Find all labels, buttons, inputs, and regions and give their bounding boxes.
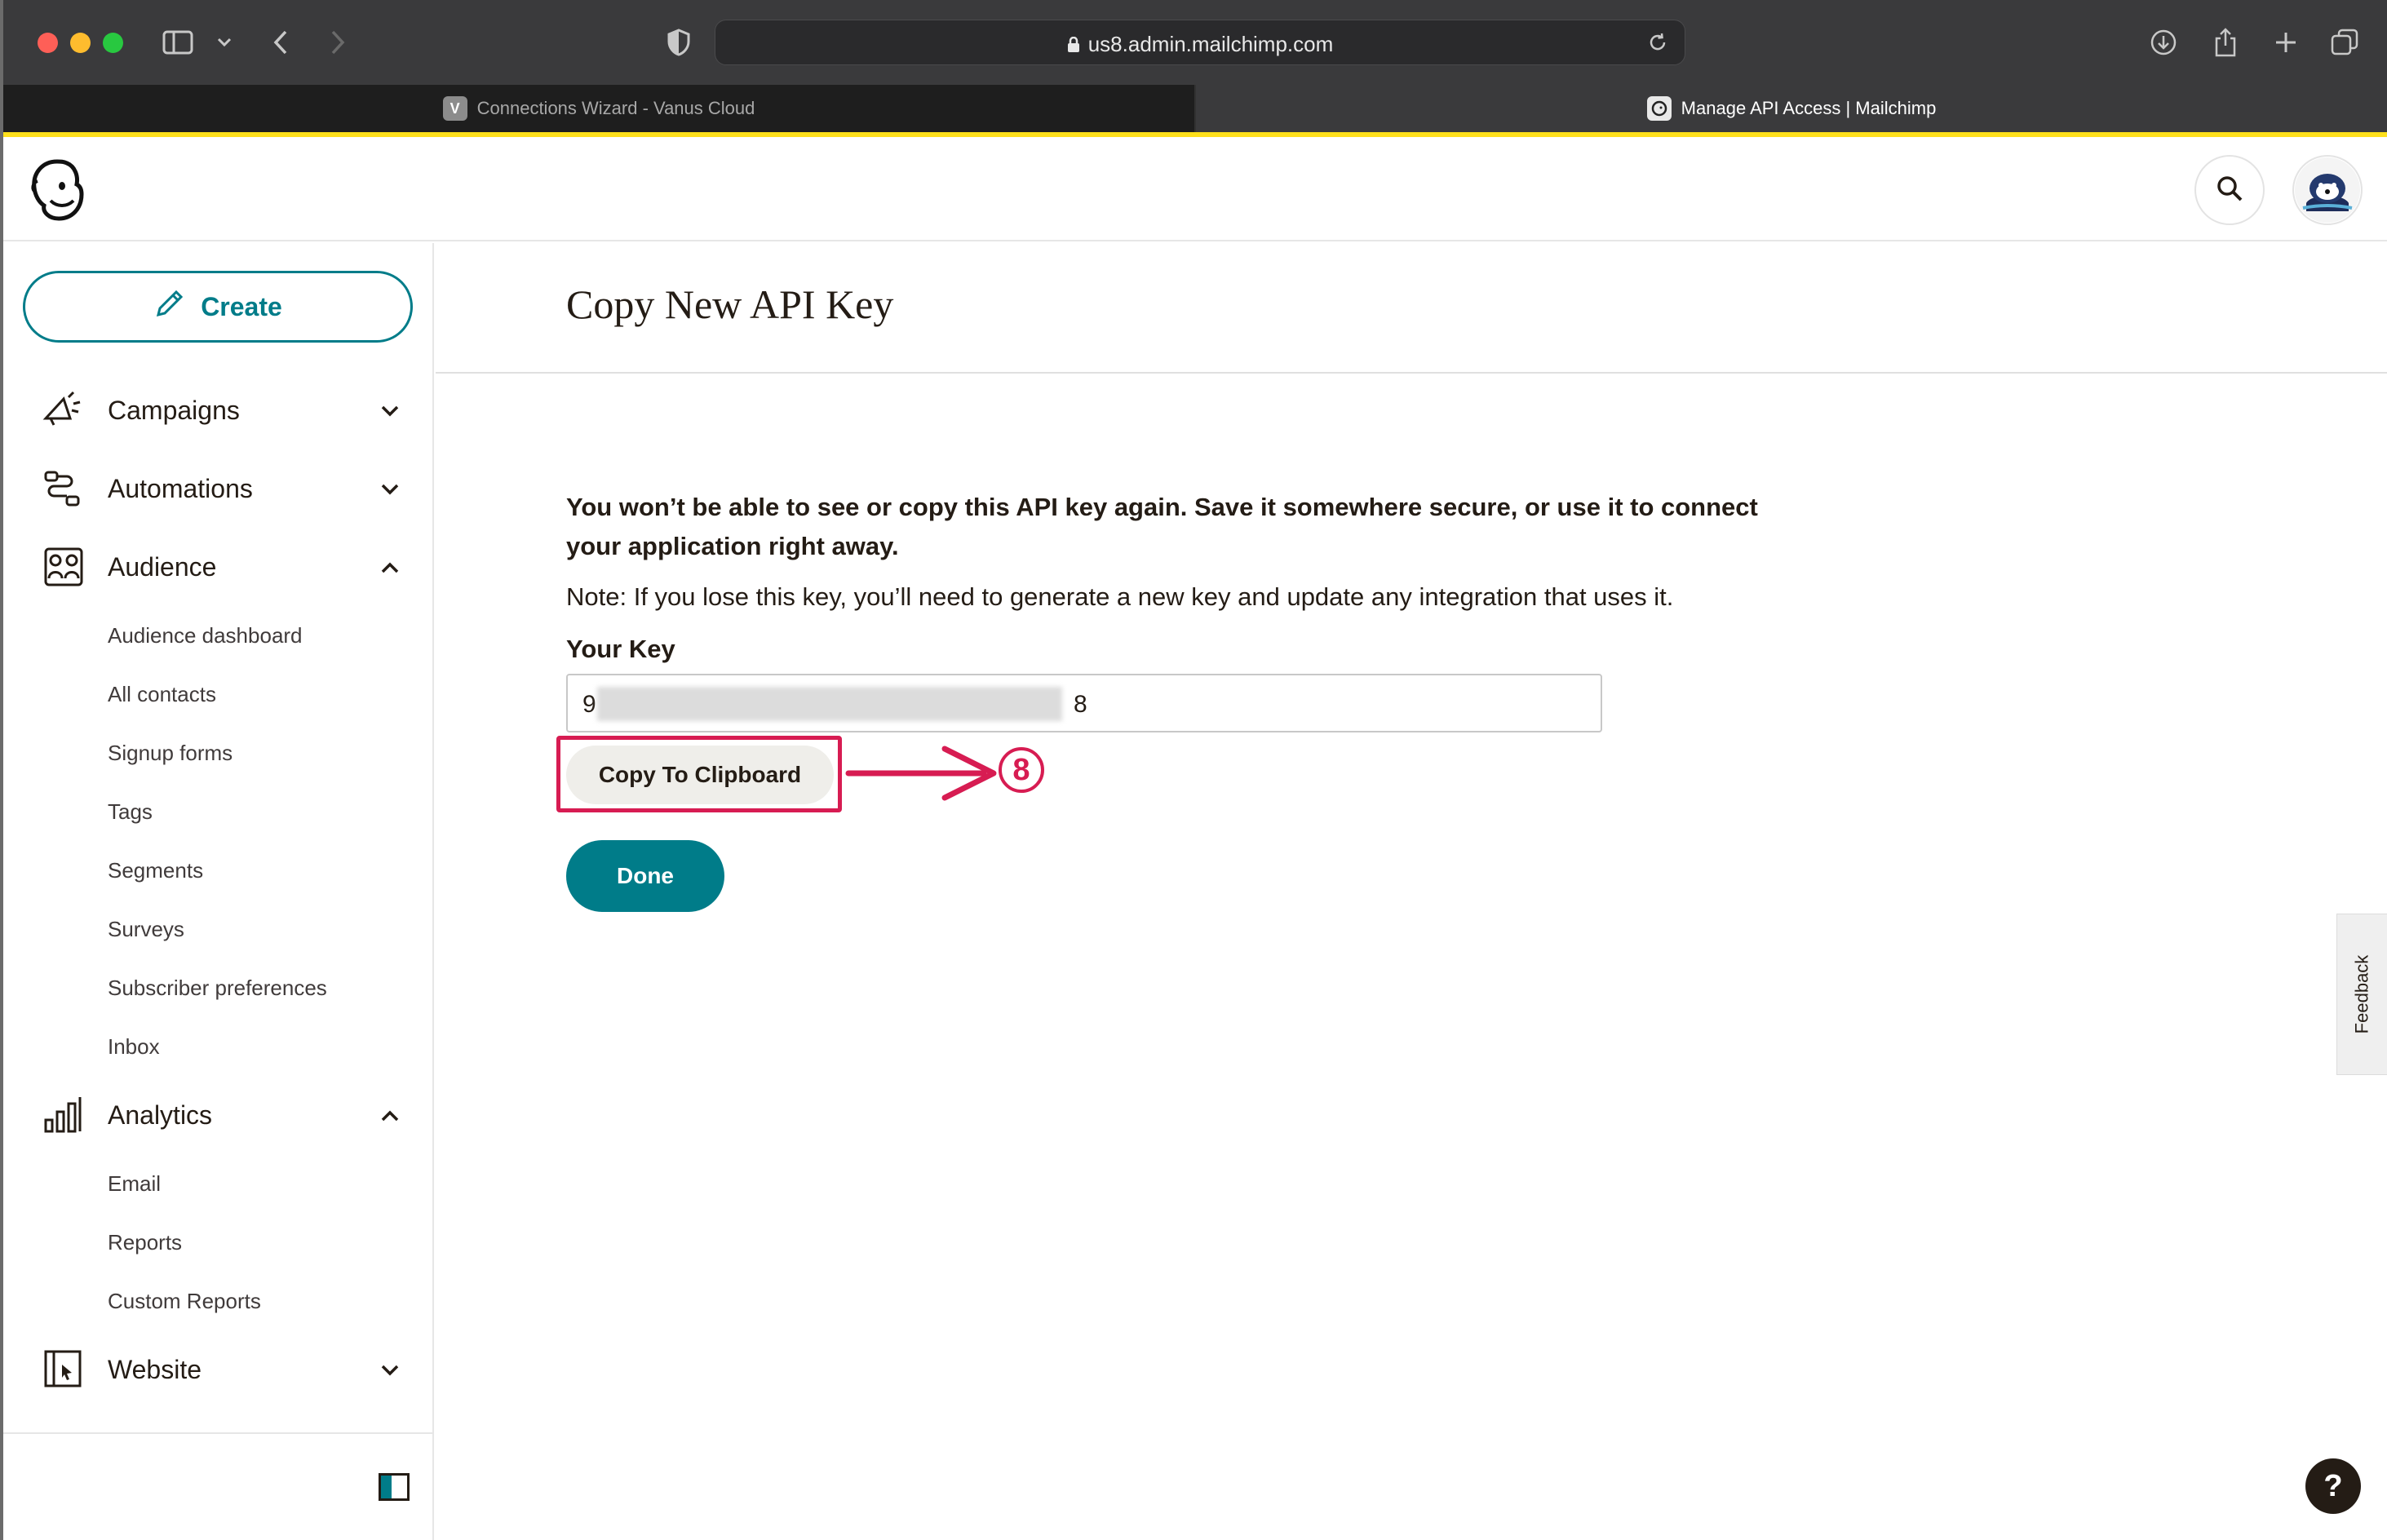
copy-to-clipboard-button[interactable]: Copy To Clipboard [566, 746, 834, 804]
tab-label: Connections Wizard - Vanus Cloud [476, 98, 755, 118]
sidebar-item-label: Website [108, 1354, 202, 1384]
main-content: Copy New API Key You won’t be able to se… [436, 243, 2387, 1540]
sidebar-divider [3, 1432, 434, 1434]
downloads-icon[interactable] [2147, 21, 2180, 64]
close-window-button[interactable] [38, 33, 58, 53]
sidebar-item-label: Analytics [108, 1100, 213, 1130]
api-key-end: 8 [1074, 691, 1087, 718]
page-title: Copy New API Key [566, 281, 894, 327]
help-button[interactable]: ? [2305, 1458, 2361, 1514]
chevron-down-icon[interactable] [379, 400, 401, 423]
sidebar-item-campaigns[interactable]: Campaigns [3, 382, 434, 439]
tab-label: Manage API Access | Mailchimp [1681, 98, 1937, 118]
sidebar-subitem-signup-forms[interactable]: Signup forms [108, 741, 232, 766]
redacted-key-blur [597, 687, 1062, 721]
create-label: Create [201, 291, 282, 321]
audience-icon [42, 546, 85, 588]
tab-overview-icon[interactable] [2328, 21, 2361, 64]
sidebar-subitem-audience-dashboard[interactable]: Audience dashboard [108, 623, 303, 648]
pencil-icon [153, 287, 201, 326]
sidebar-item-analytics[interactable]: Analytics [3, 1086, 434, 1144]
sidebar-item-label: Automations [108, 473, 253, 503]
top-header [3, 137, 2387, 241]
sidebar-item-automations[interactable]: Automations [3, 460, 434, 517]
reload-icon[interactable] [1647, 32, 1668, 57]
tab-bar: V Connections Wizard - Vanus Cloud Manag… [3, 85, 2387, 132]
address-bar[interactable]: us8.admin.mailchimp.com [715, 20, 1685, 65]
page-header: Copy New API Key [436, 243, 2387, 374]
chevron-up-icon[interactable] [379, 556, 401, 579]
forward-icon[interactable] [323, 21, 352, 64]
chevron-up-icon[interactable] [379, 1104, 401, 1127]
megaphone-icon [42, 389, 85, 431]
sidebar-item-website[interactable]: Website [3, 1341, 434, 1398]
tab-manage-api-access[interactable]: Manage API Access | Mailchimp [1196, 85, 2387, 132]
mailchimp-favicon-icon [1646, 96, 1672, 121]
feedback-label: Feedback [2351, 954, 2372, 1034]
sidebar-item-label: Campaigns [108, 395, 240, 425]
search-icon [2215, 174, 2244, 207]
sidebar-subitem-tags[interactable]: Tags [108, 799, 153, 825]
note-message: Note: If you lose this key, you’ll need … [566, 582, 1674, 611]
key-field-label: Your Key [566, 635, 675, 663]
lock-icon [1067, 33, 1080, 52]
zoom-window-button[interactable] [103, 33, 123, 53]
sidebar-subitem-reports[interactable]: Reports [108, 1230, 182, 1255]
create-button[interactable]: Create [23, 271, 413, 343]
mailchimp-page: Create Campaigns Automations Audience Au… [3, 137, 2387, 1540]
avatar[interactable] [2292, 155, 2363, 225]
sidebar-item-label: Audience [108, 551, 217, 582]
bar-chart-icon [42, 1094, 85, 1136]
sidebar-toggle-icon[interactable] [160, 21, 197, 64]
mailchimp-logo-icon[interactable] [26, 157, 88, 222]
browser-window: us8.admin.mailchimp.com V Connections Wi… [3, 0, 2387, 135]
step-number-badge: 8 [999, 747, 1044, 793]
collapse-sidebar-icon[interactable] [379, 1473, 410, 1501]
warning-message: You won’t be able to see or copy this AP… [566, 493, 1758, 560]
chevron-down-icon[interactable] [379, 1359, 401, 1382]
back-icon[interactable] [266, 21, 295, 64]
api-key-field[interactable]: 9 8 [566, 674, 1602, 732]
automation-flow-icon [42, 467, 85, 510]
share-icon[interactable] [2209, 21, 2242, 64]
minimize-window-button[interactable] [70, 33, 91, 53]
sidebar-item-audience[interactable]: Audience [3, 538, 434, 595]
feedback-tab[interactable]: Feedback [2336, 914, 2387, 1075]
chevron-down-icon[interactable] [214, 21, 235, 64]
sidebar-subitem-all-contacts[interactable]: All contacts [108, 682, 216, 707]
sidebar-subitem-segments[interactable]: Segments [108, 858, 203, 883]
vanus-favicon-icon: V [442, 96, 467, 121]
sidebar-nav: Create Campaigns Automations Audience Au… [3, 243, 434, 1540]
chevron-down-icon[interactable] [379, 478, 401, 501]
sidebar-subitem-subscriber-preferences[interactable]: Subscriber preferences [108, 976, 327, 1001]
search-button[interactable] [2194, 155, 2265, 225]
website-icon [42, 1348, 85, 1391]
sidebar-subitem-inbox[interactable]: Inbox [108, 1034, 160, 1060]
url-text: us8.admin.mailchimp.com [1087, 32, 1334, 56]
tab-connections-wizard[interactable]: V Connections Wizard - Vanus Cloud [3, 85, 1194, 132]
new-tab-icon[interactable] [2270, 21, 2302, 64]
privacy-shield-icon[interactable] [662, 21, 695, 64]
done-button[interactable]: Done [566, 840, 724, 912]
sidebar-subitem-surveys[interactable]: Surveys [108, 917, 184, 942]
api-key-start: 9 [582, 691, 596, 718]
browser-toolbar: us8.admin.mailchimp.com [3, 0, 2387, 85]
sidebar-subitem-custom-reports[interactable]: Custom Reports [108, 1289, 261, 1314]
sidebar-subitem-email[interactable]: Email [108, 1171, 161, 1197]
